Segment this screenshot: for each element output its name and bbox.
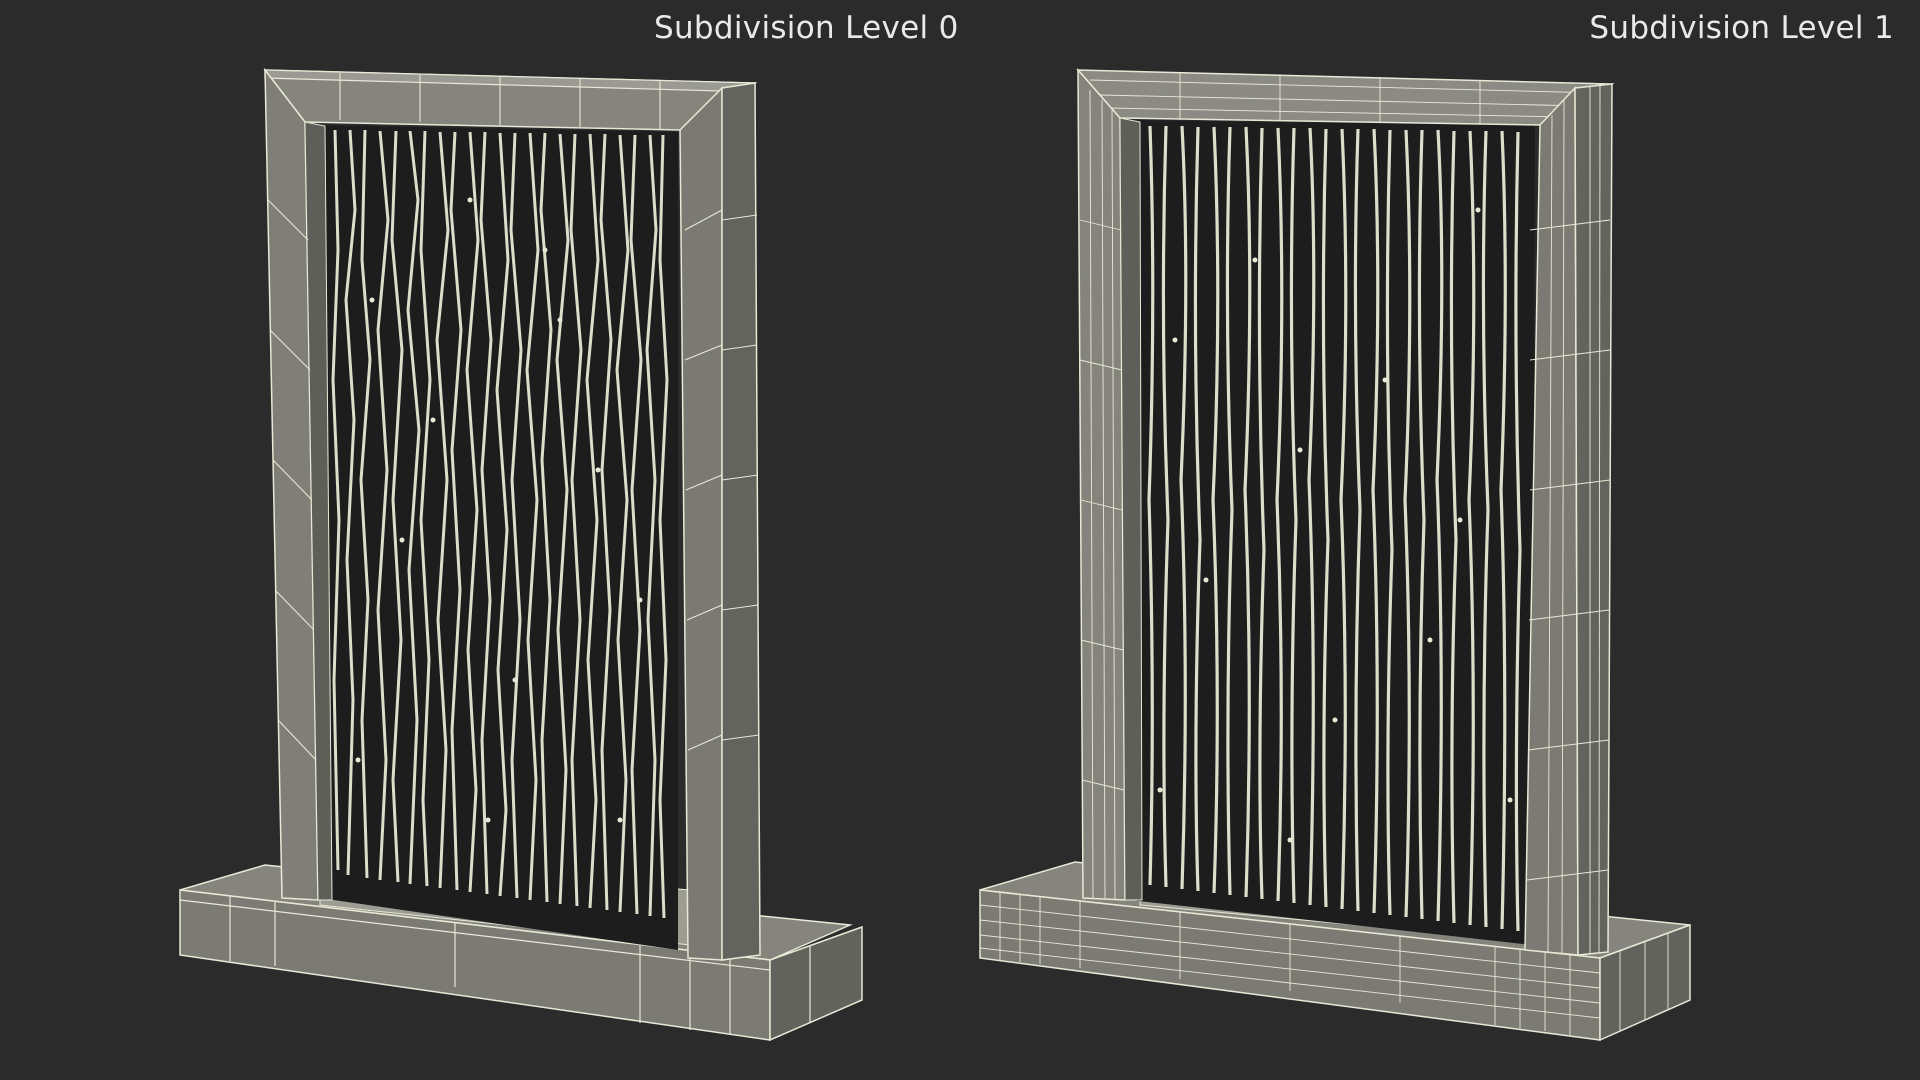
render-viewport: Subdivision Level 0 Subdivision Level 1 — [0, 0, 1920, 1080]
water-wall-model-level-1 — [979, 67, 1691, 1042]
water-wall-model-level-0 — [179, 67, 863, 1042]
frame-right-post-front — [679, 86, 723, 961]
render-scene — [179, 67, 1691, 1042]
frame-right-post-side — [721, 82, 761, 961]
frame-right-post-side-l1 — [1574, 83, 1613, 956]
frame-left-post-front-l1 — [1077, 67, 1126, 901]
